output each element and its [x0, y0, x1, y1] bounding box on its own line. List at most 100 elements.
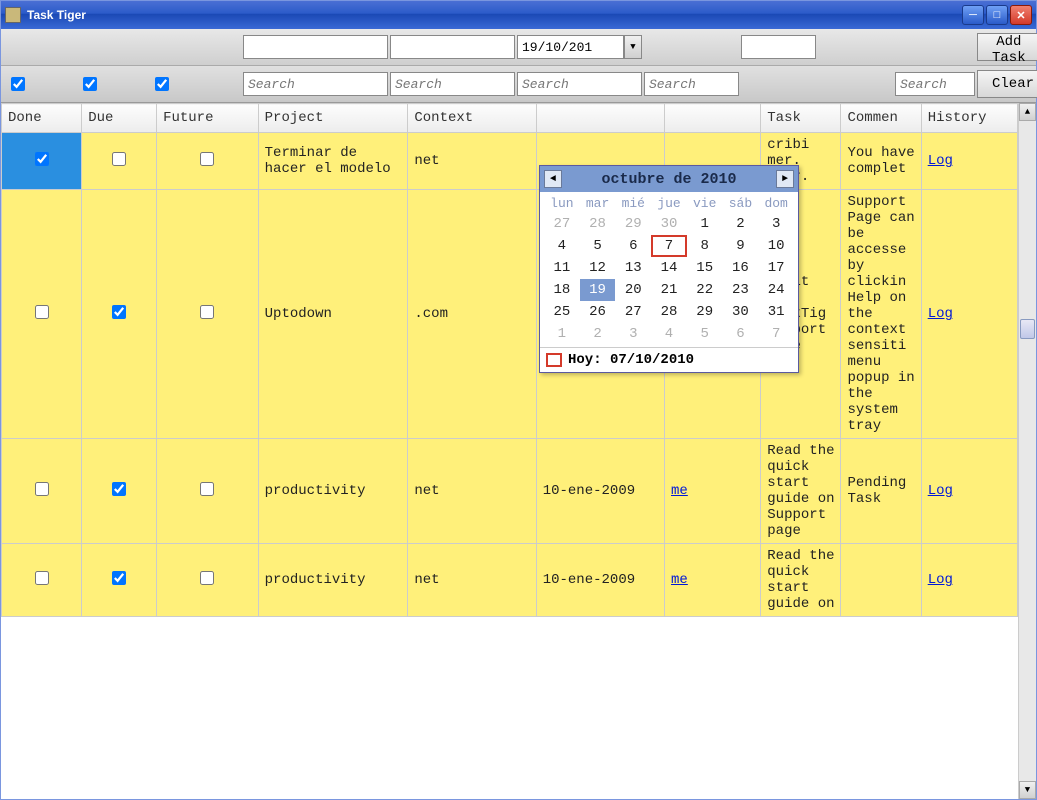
- calendar-day[interactable]: 27: [615, 301, 651, 323]
- task-input[interactable]: [741, 35, 816, 59]
- table-row[interactable]: Terminar de hacer el modelonetcribi mer.…: [2, 133, 1018, 190]
- calendar-day[interactable]: 8: [687, 235, 723, 257]
- date-dropdown-button[interactable]: ▼: [624, 35, 642, 59]
- calendar-footer[interactable]: Hoy: 07/10/2010: [540, 347, 798, 372]
- done-checkbox[interactable]: [35, 305, 49, 319]
- calendar-day[interactable]: 17: [758, 257, 794, 279]
- search-who[interactable]: [644, 72, 739, 96]
- calendar-day[interactable]: 14: [651, 257, 687, 279]
- calendar-day[interactable]: 4: [651, 323, 687, 345]
- calendar-day[interactable]: 29: [687, 301, 723, 323]
- calendar-day[interactable]: 28: [580, 213, 616, 235]
- log-link[interactable]: Log: [928, 572, 953, 588]
- calendar-day[interactable]: 7: [651, 235, 687, 257]
- due-checkbox[interactable]: [112, 482, 126, 496]
- calendar-day[interactable]: 22: [687, 279, 723, 301]
- filter-due-checkbox[interactable]: [83, 77, 97, 91]
- search-project[interactable]: [243, 72, 388, 96]
- add-task-button[interactable]: Add Task: [977, 33, 1037, 61]
- context-input[interactable]: [390, 35, 515, 59]
- scroll-down-button[interactable]: ▼: [1019, 781, 1036, 799]
- column-header[interactable]: Task: [761, 104, 841, 133]
- titlebar[interactable]: Task Tiger ─ □ ✕: [1, 1, 1036, 29]
- minimize-button[interactable]: ─: [962, 5, 984, 25]
- calendar-day[interactable]: 25: [544, 301, 580, 323]
- vertical-scrollbar[interactable]: ▲ ▼: [1018, 103, 1036, 799]
- maximize-button[interactable]: □: [986, 5, 1008, 25]
- calendar-day[interactable]: 3: [758, 213, 794, 235]
- calendar-day[interactable]: 1: [687, 213, 723, 235]
- calendar-day[interactable]: 24: [758, 279, 794, 301]
- calendar-day[interactable]: 1: [544, 323, 580, 345]
- project-input[interactable]: [243, 35, 388, 59]
- calendar-prev-button[interactable]: ◄: [544, 170, 562, 188]
- scroll-thumb[interactable]: [1020, 319, 1035, 339]
- column-header[interactable]: History: [921, 104, 1017, 133]
- who-link[interactable]: me: [671, 572, 688, 588]
- calendar-day[interactable]: 30: [723, 301, 759, 323]
- table-row[interactable]: Uptodown.com10-ene-2009meVisit the taskT…: [2, 190, 1018, 439]
- calendar-day[interactable]: 27: [544, 213, 580, 235]
- calendar-day[interactable]: 5: [687, 323, 723, 345]
- calendar-day[interactable]: 11: [544, 257, 580, 279]
- calendar-day[interactable]: 2: [580, 323, 616, 345]
- calendar-day[interactable]: 16: [723, 257, 759, 279]
- table-row[interactable]: productivitynet10-ene-2009meRead the qui…: [2, 544, 1018, 617]
- date-input[interactable]: [517, 35, 624, 59]
- calendar-day[interactable]: 29: [615, 213, 651, 235]
- calendar-day[interactable]: 5: [580, 235, 616, 257]
- calendar-day[interactable]: 19: [580, 279, 616, 301]
- scroll-up-button[interactable]: ▲: [1019, 103, 1036, 121]
- future-checkbox[interactable]: [200, 482, 214, 496]
- filter-done-checkbox[interactable]: [11, 77, 25, 91]
- column-header[interactable]: Done: [2, 104, 82, 133]
- calendar-day[interactable]: 10: [758, 235, 794, 257]
- future-checkbox[interactable]: [200, 152, 214, 166]
- clear-button[interactable]: Clear: [977, 70, 1037, 98]
- column-header[interactable]: Project: [258, 104, 408, 133]
- log-link[interactable]: Log: [928, 153, 953, 169]
- calendar-day[interactable]: 3: [615, 323, 651, 345]
- calendar-day[interactable]: 28: [651, 301, 687, 323]
- search-date[interactable]: [517, 72, 642, 96]
- who-link[interactable]: me: [671, 483, 688, 499]
- calendar-day[interactable]: 31: [758, 301, 794, 323]
- done-checkbox[interactable]: [35, 482, 49, 496]
- due-checkbox[interactable]: [112, 305, 126, 319]
- calendar-day[interactable]: 15: [687, 257, 723, 279]
- column-header[interactable]: [536, 104, 664, 133]
- table-row[interactable]: productivitynet10-ene-2009meRead the qui…: [2, 439, 1018, 544]
- search-comment[interactable]: [895, 72, 975, 96]
- calendar-day[interactable]: 6: [615, 235, 651, 257]
- calendar-day[interactable]: 18: [544, 279, 580, 301]
- future-checkbox[interactable]: [200, 305, 214, 319]
- due-checkbox[interactable]: [112, 571, 126, 585]
- calendar-day[interactable]: 7: [758, 323, 794, 345]
- done-checkbox[interactable]: [35, 152, 49, 166]
- column-header[interactable]: Context: [408, 104, 536, 133]
- calendar-day[interactable]: 13: [615, 257, 651, 279]
- future-checkbox[interactable]: [200, 571, 214, 585]
- calendar-day[interactable]: 9: [723, 235, 759, 257]
- column-header[interactable]: Future: [157, 104, 259, 133]
- calendar-day[interactable]: 30: [651, 213, 687, 235]
- log-link[interactable]: Log: [928, 483, 953, 499]
- column-header[interactable]: Commen: [841, 104, 921, 133]
- calendar-day[interactable]: 26: [580, 301, 616, 323]
- calendar-day[interactable]: 2: [723, 213, 759, 235]
- calendar-day[interactable]: 12: [580, 257, 616, 279]
- calendar-day[interactable]: 20: [615, 279, 651, 301]
- close-button[interactable]: ✕: [1010, 5, 1032, 25]
- column-header[interactable]: Due: [82, 104, 157, 133]
- calendar-day[interactable]: 21: [651, 279, 687, 301]
- due-checkbox[interactable]: [112, 152, 126, 166]
- calendar-day[interactable]: 4: [544, 235, 580, 257]
- scroll-track[interactable]: [1019, 121, 1036, 781]
- calendar-day[interactable]: 23: [723, 279, 759, 301]
- calendar-day[interactable]: 6: [723, 323, 759, 345]
- filter-future-checkbox[interactable]: [155, 77, 169, 91]
- calendar-next-button[interactable]: ►: [776, 170, 794, 188]
- search-context[interactable]: [390, 72, 515, 96]
- log-link[interactable]: Log: [928, 306, 953, 322]
- done-checkbox[interactable]: [35, 571, 49, 585]
